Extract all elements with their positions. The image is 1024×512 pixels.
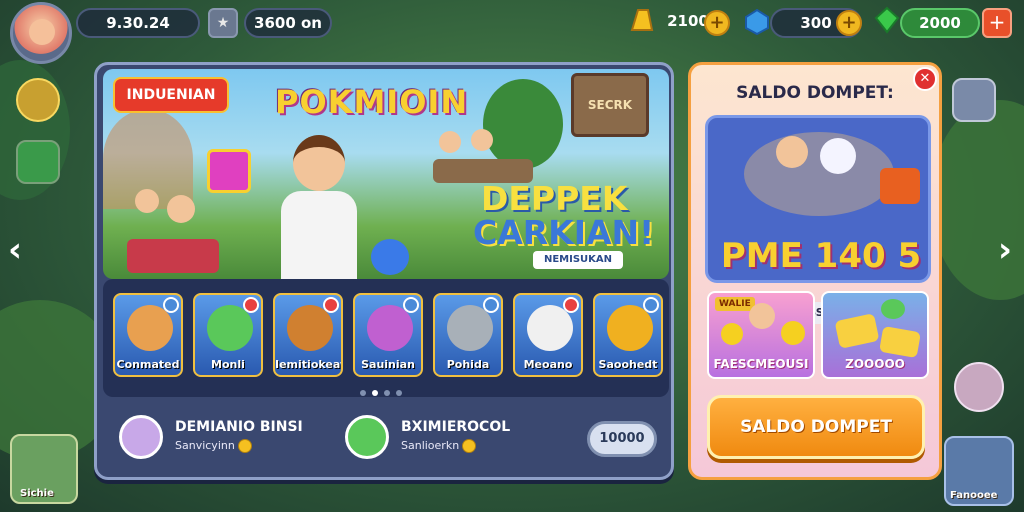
carousel-dot[interactable] [360, 390, 366, 396]
chick-character [721, 323, 743, 345]
coin-icon [237, 439, 252, 453]
coin-icon [462, 439, 477, 453]
character-carousel[interactable]: Conmated Monli Iemitiokeat Sauinian Pohida Me… [103, 279, 669, 397]
carousel-dot[interactable] [384, 390, 390, 396]
notification-badge [243, 297, 259, 313]
character-label: Iemitiokeat [275, 358, 343, 371]
heart-icon[interactable] [954, 362, 1004, 412]
character-card[interactable]: Conmated [113, 293, 183, 377]
character-card[interactable]: Monli [193, 293, 263, 377]
add-cash-button[interactable]: + [982, 8, 1012, 38]
chevron-left-icon[interactable]: ‹ [8, 230, 22, 270]
reward-subtitle: Sanvicyinn [175, 439, 252, 453]
promo-headline-2: CARKIAN! [473, 213, 655, 252]
trophy-icon[interactable] [16, 78, 60, 122]
gem-icon [881, 299, 905, 319]
chest-corner-button[interactable]: Fanooee [944, 436, 1014, 506]
add-gold-button[interactable]: + [704, 10, 730, 36]
character-label: Pohida [446, 358, 490, 371]
wallet-panel: SALDO DOMPET: ✕ PME 140 5 S30SSSSMOOUE W… [688, 62, 942, 480]
corner-label-left: Sichie [20, 488, 54, 499]
chevron-right-icon[interactable]: › [998, 230, 1012, 270]
reward-title: DEMIANIO BINSI [175, 419, 303, 435]
gem-icon [745, 8, 769, 36]
bundle-card-cheese[interactable]: ZOOOOO [821, 291, 929, 379]
notification-badge [163, 297, 179, 313]
shop-corner-button[interactable]: Sichie [10, 434, 78, 504]
character-card[interactable]: Meoano [513, 293, 583, 377]
wooden-sign: SECRK [571, 73, 649, 137]
cheese-icon [879, 325, 921, 359]
reward-subtitle: Sanlioerkn [401, 439, 477, 453]
character-label: Conmated [116, 358, 180, 371]
player-avatar[interactable] [10, 2, 72, 64]
main-panel: INDUENIAN POKMIOIN SECRK DEPPEK CARKIAN!… [94, 62, 674, 480]
treasure-pot [744, 132, 894, 216]
notification-badge [483, 297, 499, 313]
reward-icon-gem [119, 415, 163, 459]
event-tag: INDUENIAN [113, 77, 229, 113]
notification-badge [643, 297, 659, 313]
corner-label-right: Fanooee [950, 490, 998, 501]
wallet-title: SALDO DOMPET: [736, 83, 894, 103]
girl-character [167, 195, 195, 223]
notification-badge [323, 297, 339, 313]
game-title: POKMIOIN [275, 83, 469, 121]
character-card[interactable]: Saoohedt [593, 293, 663, 377]
bundle-card-characters[interactable]: WALIE FAESCMEOUSI [707, 291, 815, 379]
chest-icon [880, 168, 920, 204]
event-banner[interactable]: INDUENIAN POKMIOIN SECRK DEPPEK CARKIAN!… [103, 69, 669, 279]
carousel-dot[interactable] [372, 390, 378, 396]
character-label: Meoano [523, 358, 573, 371]
background-foliage [930, 100, 1024, 300]
player-level: 9.30.24 [76, 8, 200, 38]
bundle-tag: WALIE [715, 297, 755, 311]
carousel-dot[interactable] [396, 390, 402, 396]
bundle-label: ZOOOOO [845, 357, 905, 371]
dice-icon [371, 239, 409, 275]
character-card[interactable]: Pohida [433, 293, 503, 377]
kid-character [439, 131, 461, 153]
gift-icon [207, 149, 251, 193]
announcement-icon[interactable] [952, 78, 996, 122]
cart [127, 239, 219, 273]
character-card[interactable]: Sauinian [353, 293, 423, 377]
promo-subtitle: NEMISUKAN [533, 251, 623, 269]
value-button[interactable]: 10000 [587, 421, 657, 457]
character-card[interactable]: Iemitiokeat [273, 293, 343, 377]
character-label: Monli [211, 358, 245, 371]
character-label: Sauinian [361, 358, 415, 371]
cash-amount: 2000 [900, 8, 980, 38]
reward-title: BXIMIEROCOL [401, 419, 511, 435]
kid-character [135, 189, 159, 213]
notification-badge [563, 297, 579, 313]
top-bar: 9.30.24 ★ 3600 on 2100 + 300 + 2000 + [0, 0, 1024, 64]
reward-icon-hammer [345, 415, 389, 459]
cheese-icon [834, 313, 880, 349]
bunny-character [820, 138, 856, 174]
carousel-dots [357, 381, 405, 400]
chick-character [781, 321, 805, 345]
kid-character [471, 129, 493, 151]
boy-character [271, 129, 367, 279]
character-label: Saoohedt [598, 358, 658, 371]
gem-shop-icon[interactable] [16, 140, 60, 184]
star-icon[interactable]: ★ [208, 8, 238, 38]
notification-badge [403, 297, 419, 313]
boy-character [776, 136, 808, 168]
resource-left: 3600 on [244, 8, 332, 38]
wallet-display: PME 140 5 S30SSSSMOOUE [705, 115, 931, 324]
gold-bar-icon [630, 9, 654, 31]
palm-tree [483, 79, 563, 169]
wallet-amount: PME 140 5 [720, 236, 922, 276]
close-icon[interactable]: ✕ [913, 67, 937, 91]
emerald-icon [874, 6, 900, 34]
bundle-label: FAESCMEOUSI [713, 357, 809, 371]
wallet-button[interactable]: SALDO DOMPET [707, 395, 925, 459]
girl-character [749, 303, 775, 329]
add-gem-button[interactable]: + [836, 10, 862, 36]
